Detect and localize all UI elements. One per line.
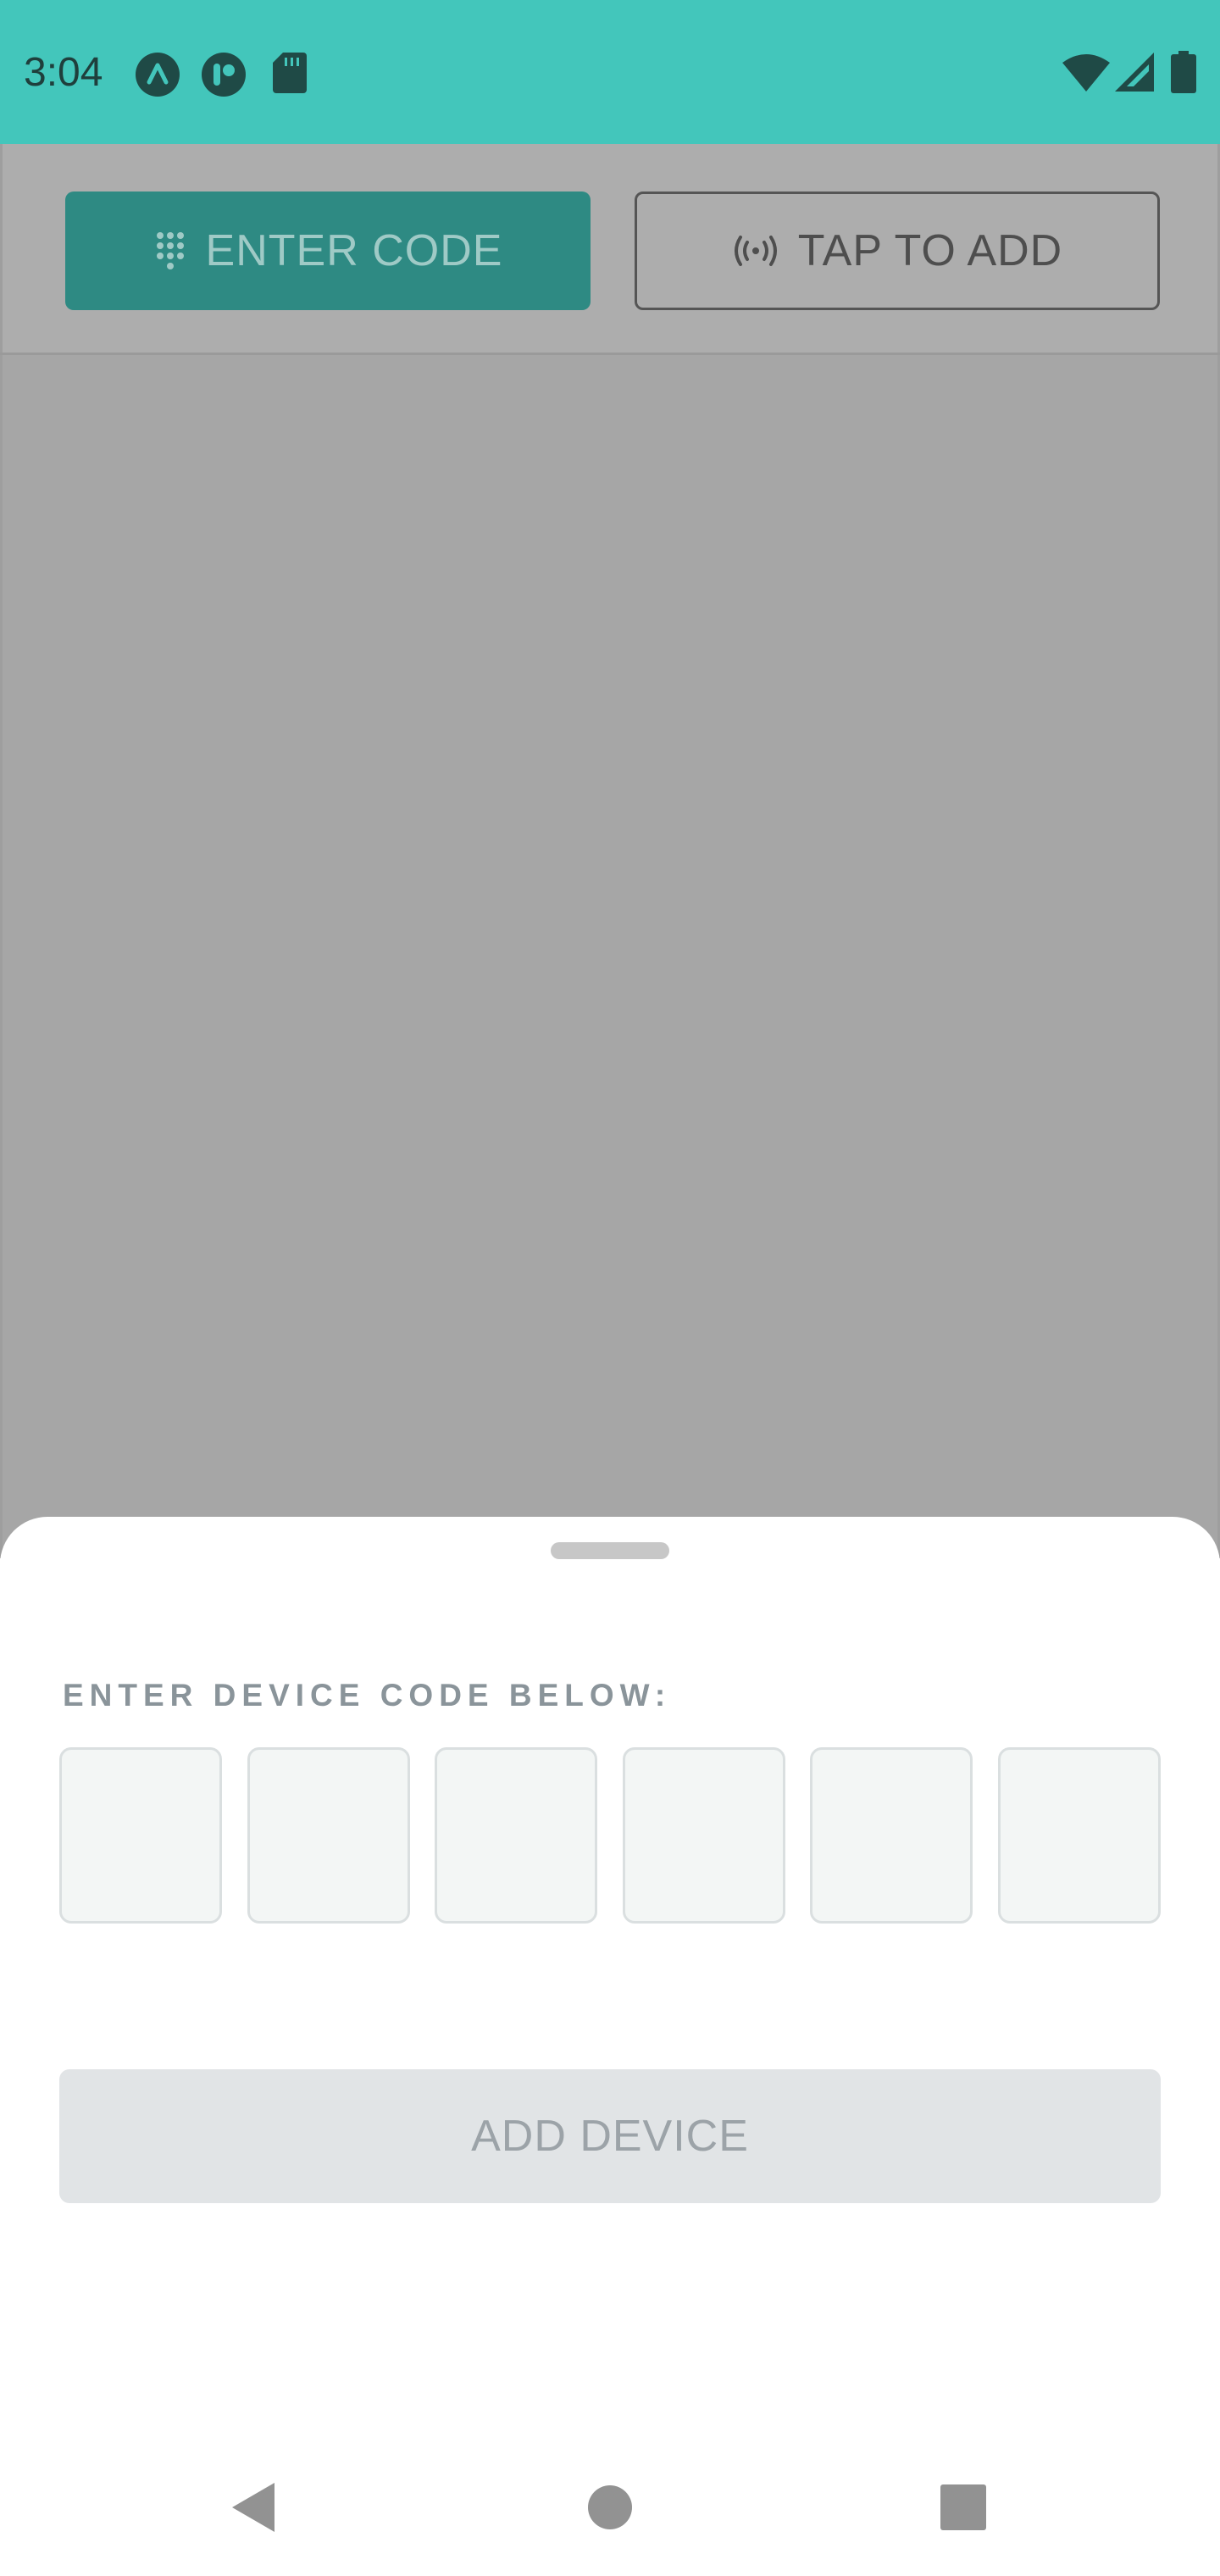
device-code-label: ENTER DEVICE CODE BELOW: [63,1678,672,1713]
tab-tap-to-add[interactable]: TAP TO ADD [635,192,1160,310]
home-icon[interactable] [580,2478,640,2537]
nfc-broadcast-icon [734,236,777,266]
keypad-icon [156,232,184,269]
sheet-drag-handle[interactable] [551,1542,669,1559]
tab-header: ENTER CODE TAP TO ADD [0,144,1220,354]
app-b-icon [202,53,246,97]
status-time: 3:04 [24,50,103,95]
code-digit-box-5[interactable] [810,1747,973,1924]
code-digit-box-2[interactable] [247,1747,410,1924]
cell-signal-icon [1115,53,1154,92]
wifi-icon [1062,54,1110,92]
tab-tap-to-add-label: TAP TO ADD [797,226,1063,275]
recents-icon[interactable] [934,2478,993,2537]
app-a-icon [136,53,180,97]
code-digit-box-6[interactable] [998,1747,1161,1924]
device-code-input-row [59,1747,1161,1925]
sd-card-icon [273,53,307,93]
code-digit-box-1[interactable] [59,1747,222,1924]
code-digit-box-3[interactable] [435,1747,597,1924]
status-bar: 3:04 [0,0,1220,144]
back-icon[interactable] [225,2478,285,2537]
device-code-sheet: ENTER DEVICE CODE BELOW: ADD DEVICE [0,1517,1220,2576]
battery-icon [1171,51,1196,93]
code-digit-box-4[interactable] [623,1747,785,1924]
tab-enter-code[interactable]: ENTER CODE [65,192,591,310]
tab-enter-code-label: ENTER CODE [205,226,503,275]
system-nav-bar [0,2440,1220,2576]
add-device-button[interactable]: ADD DEVICE [59,2069,1161,2203]
background-scrim[interactable] [0,355,1220,1558]
